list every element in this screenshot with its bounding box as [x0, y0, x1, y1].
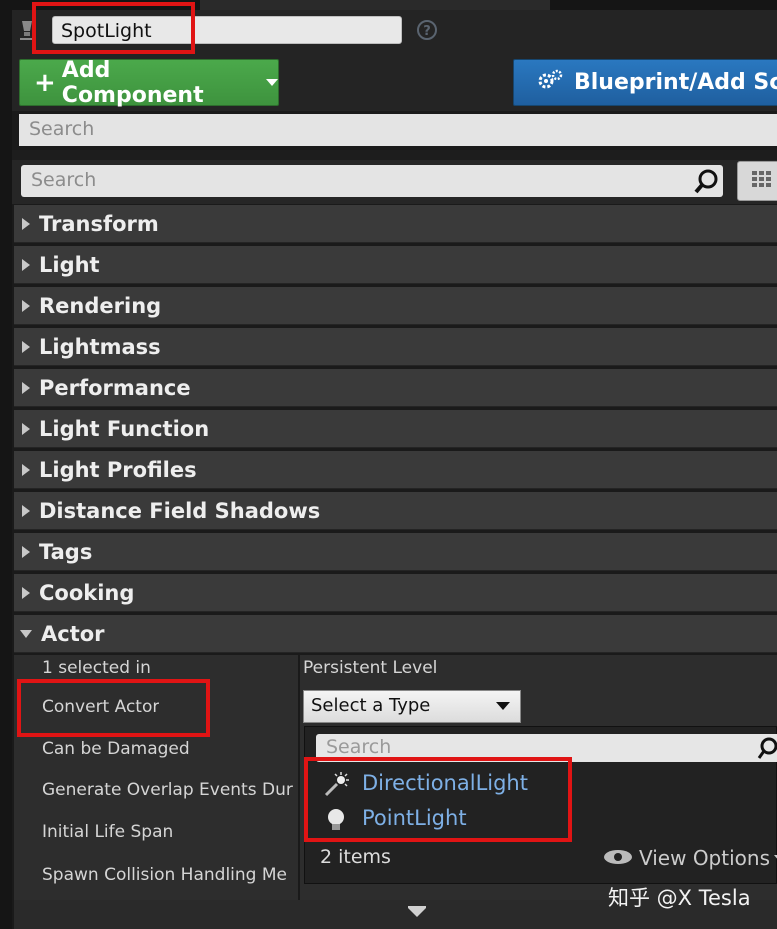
convert-actor-label: Convert Actor	[42, 697, 160, 717]
expand-arrow-icon	[22, 217, 30, 230]
spawn-collision-label: Spawn Collision Handling Me	[42, 865, 287, 885]
section-tags[interactable]: Tags	[14, 533, 777, 571]
section-cooking[interactable]: Cooking	[14, 574, 777, 612]
section-label: Light Function	[39, 416, 210, 441]
section-performance[interactable]: Performance	[14, 369, 777, 407]
view-options-label: View Options	[639, 846, 770, 870]
popup-item-directional-light[interactable]: DirectionalLight	[362, 771, 528, 795]
expand-arrow-icon	[22, 545, 30, 558]
section-label: Lightmass	[39, 334, 161, 359]
details-search-input[interactable]: Search	[21, 165, 723, 197]
section-actor[interactable]: Actor	[14, 615, 777, 653]
section-label: Cooking	[39, 580, 135, 605]
help-icon[interactable]: ?	[417, 20, 437, 40]
expand-arrow-icon	[22, 258, 30, 271]
can-be-damaged-label: Can be Damaged	[42, 739, 190, 759]
add-component-label: Add Component	[61, 57, 204, 108]
expand-down-icon	[408, 908, 426, 917]
section-label: Tags	[39, 539, 93, 564]
popup-search-input[interactable]: Search	[316, 734, 777, 762]
section-lightmass[interactable]: Lightmass	[14, 328, 777, 366]
blueprint-label: Blueprint/Add Sc	[574, 70, 777, 95]
selected-in-value: Persistent Level	[303, 658, 438, 678]
gears-icon	[538, 69, 564, 97]
left-edge	[0, 10, 12, 929]
popup-item-point-light[interactable]: PointLight	[362, 806, 467, 830]
expand-arrow-icon	[22, 463, 30, 476]
spotlight-actor-icon	[16, 19, 38, 43]
plus-icon: +	[34, 67, 56, 98]
expand-arrow-icon	[22, 299, 30, 312]
section-light[interactable]: Light	[14, 246, 777, 284]
watermark: 知乎 @X Tesla	[608, 886, 751, 910]
column-divider[interactable]	[298, 655, 300, 900]
expand-arrow-icon	[22, 340, 30, 353]
section-distance-field-shadows[interactable]: Distance Field Shadows	[14, 492, 777, 530]
collapse-arrow-icon	[20, 629, 32, 638]
add-component-button[interactable]: + Add Component	[19, 57, 279, 108]
section-label: Transform	[39, 211, 159, 236]
component-search-input[interactable]: Search	[19, 114, 777, 146]
separator	[12, 150, 777, 160]
item-count: 2 items	[320, 846, 391, 868]
expand-arrow-icon	[22, 504, 30, 517]
directional-light-icon	[322, 771, 350, 799]
point-light-icon	[322, 806, 350, 834]
eye-icon	[603, 846, 633, 870]
initial-life-span-label: Initial Life Span	[42, 822, 174, 842]
section-light-profiles[interactable]: Light Profiles	[14, 451, 777, 489]
section-label: Light	[39, 252, 100, 277]
section-label: Distance Field Shadows	[39, 498, 321, 523]
section-transform[interactable]: Transform	[14, 205, 777, 243]
section-label: Rendering	[39, 293, 162, 318]
selected-in-label: 1 selected in	[42, 658, 151, 678]
section-label: Performance	[39, 375, 191, 400]
search-icon[interactable]	[694, 168, 720, 194]
blueprint-button[interactable]: Blueprint/Add Sc	[513, 59, 777, 106]
expand-arrow-icon	[22, 586, 30, 599]
actor-name-input[interactable]: SpotLight	[52, 16, 402, 44]
section-rendering[interactable]: Rendering	[14, 287, 777, 325]
section-light-function[interactable]: Light Function	[14, 410, 777, 448]
search-icon[interactable]	[757, 736, 777, 764]
property-matrix-button[interactable]	[737, 161, 777, 201]
chevron-down-icon	[266, 79, 278, 86]
expand-arrow-icon	[22, 381, 30, 394]
overlap-events-label: Generate Overlap Events Dur	[42, 780, 293, 800]
section-label: Light Profiles	[39, 457, 197, 482]
expand-arrow-icon	[22, 422, 30, 435]
convert-type-dropdown[interactable]: Select a Type	[303, 690, 521, 723]
dropdown-arrow-icon	[496, 702, 510, 710]
section-label: Actor	[41, 621, 105, 646]
view-options-button[interactable]: View Options	[603, 846, 777, 870]
